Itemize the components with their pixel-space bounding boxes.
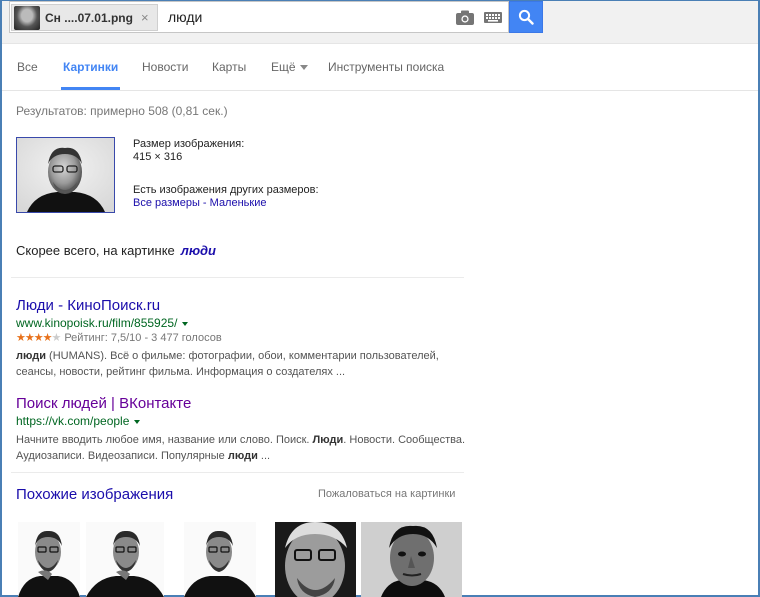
tab-more-label: Ещё	[271, 60, 296, 74]
image-size-value: 415 × 316	[133, 151, 183, 163]
result-url-text: www.kinopoisk.ru/film/855925/	[16, 316, 178, 330]
snippet-text: Начните вводить любое имя, название или …	[16, 434, 313, 446]
active-tab-indicator	[61, 87, 120, 90]
portrait-image	[361, 522, 462, 597]
tab-news[interactable]: Новости	[142, 60, 188, 74]
image-chip-thumbnail	[14, 5, 40, 30]
search-button[interactable]	[509, 1, 543, 33]
result-title-link[interactable]: Люди - КиноПоиск.ru	[16, 297, 466, 315]
result-url-text: https://vk.com/people	[16, 414, 130, 428]
image-query-chip[interactable]: Сн ....07.01.png ×	[11, 4, 158, 31]
search-box[interactable]: Сн ....07.01.png × люди	[9, 1, 509, 33]
sizes-separator: -	[199, 197, 210, 209]
tab-all[interactable]: Все	[17, 60, 38, 74]
search-result: Поиск людей | ВКонтакте https://vk.com/p…	[16, 395, 466, 464]
tab-maps[interactable]: Карты	[212, 60, 246, 74]
close-icon[interactable]: ×	[141, 10, 149, 25]
search-result: Люди - КиноПоиск.ru www.kinopoisk.ru/fil…	[16, 297, 466, 380]
search-icon	[518, 9, 534, 25]
similar-image[interactable]	[361, 522, 462, 597]
result-url: https://vk.com/people	[16, 413, 466, 429]
result-rating: ★★★★★ Рейтинг: 7,5/10 - 3 477 голосов	[16, 331, 466, 345]
best-guess-link[interactable]: люди	[181, 243, 216, 258]
tab-images[interactable]: Картинки	[63, 60, 118, 74]
result-url: www.kinopoisk.ru/film/855925/	[16, 315, 466, 331]
search-input[interactable]: люди	[168, 9, 202, 25]
similar-images-title[interactable]: Похожие изображения	[16, 486, 173, 503]
snippet-highlight: Люди	[312, 434, 344, 446]
small-sizes-link[interactable]: Маленькие	[210, 197, 267, 209]
result-title-link[interactable]: Поиск людей | ВКонтакте	[16, 395, 466, 413]
snippet-highlight: люди	[227, 450, 258, 462]
portrait-image	[184, 522, 256, 597]
snippet-text: (HUMANS). Всё о фильме: фотографии, обои…	[16, 350, 439, 378]
tab-search-tools[interactable]: Инструменты поиска	[328, 60, 444, 74]
result-snippet: Начните вводить любое имя, название или …	[16, 432, 466, 464]
result-snippet: люди (HUMANS). Всё о фильме: фотографии,…	[16, 348, 466, 380]
best-guess-prefix: Скорее всего, на картинке	[16, 243, 175, 258]
tab-more[interactable]: Ещё	[271, 60, 308, 74]
similar-image[interactable]	[184, 522, 256, 597]
star-rating-icon: ★★★★★	[16, 332, 61, 344]
report-images-link[interactable]: Пожаловаться на картинки	[318, 488, 455, 500]
search-tabs: Все Картинки Новости Карты Ещё Инструмен…	[2, 44, 758, 91]
results-count: Результатов: примерно 508 (0,81 сек.)	[16, 104, 228, 118]
image-chip-label: Сн ....07.01.png	[45, 10, 133, 25]
similar-image[interactable]	[86, 522, 164, 597]
rating-text: Рейтинг: 7,5/10 - 3 477 голосов	[64, 332, 222, 344]
similar-image[interactable]	[18, 522, 80, 597]
divider	[11, 472, 464, 473]
chevron-down-icon	[299, 65, 308, 71]
dropdown-arrow-icon[interactable]	[134, 419, 141, 424]
other-sizes-label: Есть изображения других размеров:	[133, 184, 319, 196]
camera-icon[interactable]	[456, 10, 474, 25]
query-image-thumbnail[interactable]	[16, 137, 115, 213]
all-sizes-link[interactable]: Все размеры	[133, 197, 200, 209]
keyboard-icon[interactable]	[484, 12, 502, 23]
image-size-label: Размер изображения:	[133, 138, 245, 150]
dropdown-arrow-icon[interactable]	[182, 321, 189, 326]
portrait-image	[275, 522, 356, 597]
snippet-text: ...	[257, 450, 271, 462]
divider	[11, 277, 464, 278]
portrait-image	[86, 522, 164, 597]
best-guess: Скорее всего, на картинке люди	[16, 243, 216, 258]
portrait-image	[17, 138, 114, 212]
snippet-highlight: люди	[16, 350, 46, 362]
search-header: Сн ....07.01.png × люди	[2, 1, 758, 44]
image-info: Размер изображения: 415 × 316 Есть изобр…	[133, 138, 319, 210]
similar-image[interactable]	[275, 522, 356, 597]
portrait-image	[18, 522, 80, 597]
